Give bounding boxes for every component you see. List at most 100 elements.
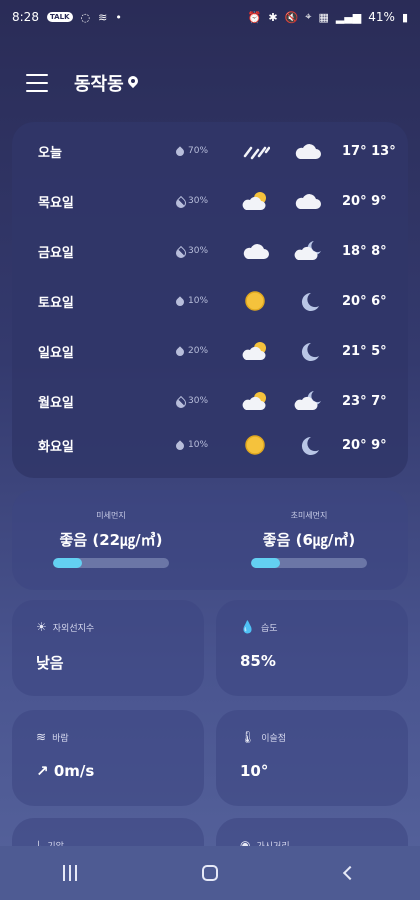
pin-icon — [128, 76, 138, 90]
forecast-row[interactable]: 목요일 30% 20° 9° — [12, 186, 408, 216]
forecast-row[interactable]: 화요일 10% 20° 9° — [12, 430, 408, 460]
forecast-day: 월요일 — [38, 395, 74, 411]
forecast-day: 오늘 — [38, 145, 62, 161]
humidity-value: 85% — [240, 652, 276, 670]
pm25-value: 좋음 (6㎍/㎥) — [262, 531, 356, 549]
precipitation-value: 20% — [188, 346, 209, 356]
forecast-day: 화요일 — [38, 439, 74, 455]
precipitation: 30% — [176, 396, 208, 406]
wind-tile[interactable]: ≋ 바람 ↗ 0m/s — [12, 710, 204, 806]
pm10-label: 미세먼지 — [96, 511, 126, 520]
system-nav-bar — [0, 846, 420, 900]
pm10-bar-fill — [53, 558, 82, 568]
temperature-range: 20° 9° — [342, 438, 387, 453]
pm10-section: 미세먼지 좋음 (22㎍/㎥) — [36, 510, 186, 568]
partly-sunny-icon — [242, 392, 266, 410]
dew-point-tile[interactable]: 🌡 이슬점 10° — [216, 710, 408, 806]
signal-icon: ▂▄▆ — [335, 10, 362, 24]
low-temp: 7° — [371, 393, 387, 409]
location-icon: ⌖ — [305, 10, 312, 23]
temperature-range: 17° 13° — [342, 144, 396, 159]
cloud-icon — [243, 244, 269, 259]
temperature-range: 23° 7° — [342, 394, 387, 409]
recent-apps-button[interactable] — [50, 858, 90, 888]
forecast-row[interactable]: 토요일 10% 20° 6° — [12, 286, 408, 316]
battery-text: 41% — [368, 10, 395, 24]
humidity-tile[interactable]: 💧 습도 85% — [216, 600, 408, 696]
forecast-row[interactable]: 오늘 70% 17° 13° — [12, 136, 408, 166]
temperature-range: 18° 8° — [342, 244, 387, 259]
sun-icon — [245, 291, 265, 311]
status-bar: 8:28 TALK ◌ ≋ • ⏰ ✱ 🔇 ⌖ ▦ ▂▄▆ 41% ▮ — [0, 0, 420, 36]
high-temp: 23° — [342, 393, 367, 409]
partly-cloudy-night-icon — [294, 391, 321, 410]
raindrop-icon — [176, 196, 184, 206]
pm10-bar — [53, 558, 169, 568]
pm25-section: 초미세먼지 좋음 (6㎍/㎥) — [234, 510, 384, 568]
raindrop-icon — [176, 146, 184, 156]
high-temp: 17° — [342, 143, 367, 159]
low-temp: 9° — [371, 193, 387, 209]
battery-icon: ▮ — [401, 10, 408, 24]
mute-icon: 🔇 — [284, 10, 299, 24]
forecast-day: 토요일 — [38, 295, 74, 311]
high-temp: 20° — [342, 193, 367, 209]
moon-icon — [301, 342, 319, 361]
forecast-row[interactable]: 월요일 30% 23° 7° — [12, 386, 408, 416]
forecast-row[interactable]: 일요일 20% 21° 5° — [12, 336, 408, 366]
raindrop-icon — [176, 346, 184, 356]
high-temp: 20° — [342, 293, 367, 309]
air-quality-card[interactable]: 미세먼지 좋음 (22㎍/㎥) 초미세먼지 좋음 (6㎍/㎥) — [12, 490, 408, 590]
forecast-day: 금요일 — [38, 245, 74, 261]
dew-label: 이슬점 — [261, 733, 287, 744]
precipitation-value: 10% — [188, 296, 209, 306]
temperature-range: 20° 6° — [342, 294, 387, 309]
high-temp: 20° — [342, 437, 367, 453]
partly-cloudy-night-icon — [294, 241, 321, 260]
forecast-day: 목요일 — [38, 195, 74, 211]
menu-icon[interactable] — [26, 74, 48, 92]
bluetooth-icon: ✱ — [268, 10, 278, 24]
weekly-forecast-card[interactable]: 오늘 70% 17° 13° 목요일 30% 20° 9° 금요일 30% 18° 8° 토요일 1… — [12, 122, 408, 478]
sun-icon — [245, 435, 265, 455]
low-temp: 8° — [371, 243, 387, 259]
pm25-bar-fill — [251, 558, 280, 568]
kakaotalk-icon: TALK — [46, 12, 73, 22]
low-temp: 5° — [371, 343, 387, 359]
uv-value: 낮음 — [36, 654, 64, 672]
precipitation: 10% — [176, 440, 208, 450]
precipitation-value: 30% — [188, 196, 209, 206]
pm25-label: 초미세먼지 — [290, 511, 328, 520]
location-title[interactable]: 동작동 — [74, 70, 138, 96]
uv-tile[interactable]: ☀ 자외선지수 낮음 — [12, 600, 204, 696]
cloud-icon — [295, 194, 321, 209]
raindrop-icon — [176, 296, 184, 306]
moon-icon — [301, 292, 319, 311]
dew-value: 10° — [240, 762, 269, 780]
partly-sunny-icon — [242, 342, 266, 360]
moon-icon — [301, 436, 319, 455]
notification-icon: ◌ — [80, 10, 91, 24]
high-temp: 21° — [342, 343, 367, 359]
home-button[interactable] — [190, 858, 230, 888]
precipitation: 10% — [176, 296, 208, 306]
high-temp: 18° — [342, 243, 367, 259]
pm10-value: 좋음 (22㎍/㎥) — [59, 531, 163, 549]
wind-icon: ≋ — [36, 730, 47, 744]
raindrop-icon — [176, 246, 184, 256]
cloud-icon — [295, 144, 321, 159]
humidity-icon: 💧 — [240, 620, 255, 634]
back-button[interactable] — [330, 858, 370, 888]
precipitation-value: 10% — [188, 440, 209, 450]
forecast-row[interactable]: 금요일 30% 18° 8° — [12, 236, 408, 266]
wifi-icon: ≋ — [98, 10, 108, 24]
forecast-day: 일요일 — [38, 345, 74, 361]
precipitation-value: 30% — [188, 246, 209, 256]
wind-label: 바람 — [52, 733, 69, 744]
status-time: 8:28 — [12, 10, 39, 24]
precipitation: 30% — [176, 196, 208, 206]
wind-direction-icon: ↗ — [36, 762, 49, 780]
precipitation: 30% — [176, 246, 208, 256]
precipitation: 70% — [176, 146, 208, 156]
low-temp: 13° — [371, 143, 396, 159]
